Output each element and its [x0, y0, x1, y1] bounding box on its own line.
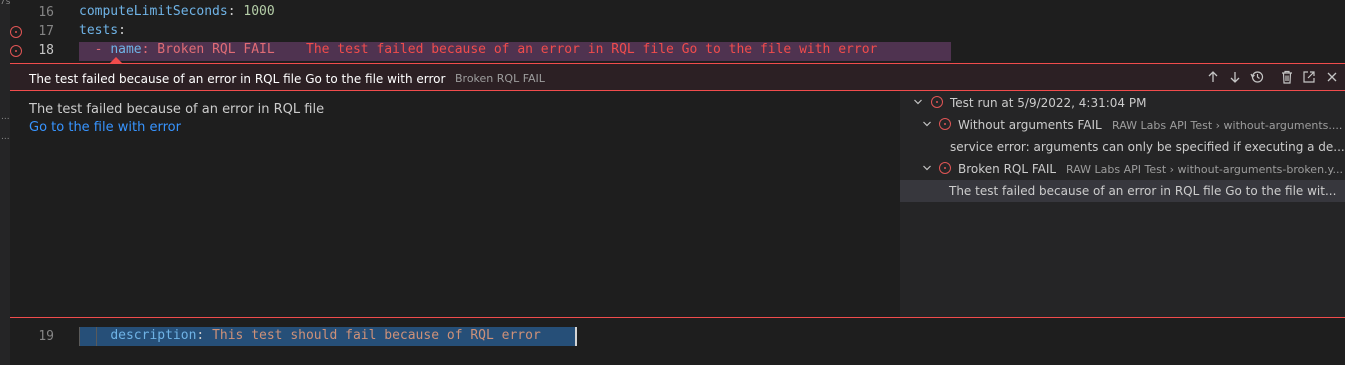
test-item-label: Broken RQL FAIL	[958, 162, 1057, 176]
test-fail-gutter-icon[interactable]	[10, 26, 22, 38]
open-external-icon[interactable]	[1301, 69, 1317, 85]
test-item-description: RAW Labs API Test › without-arguments...…	[1112, 119, 1343, 132]
test-message-pane: The test failed because of an error in R…	[10, 91, 900, 317]
yaml-separator: :	[196, 328, 213, 343]
test-item-description: RAW Labs API Test › without-arguments-br…	[1066, 163, 1343, 176]
test-item-row[interactable]: Broken RQL FAIL RAW Labs API Test › with…	[900, 158, 1345, 180]
peek-title: The test failed because of an error in R…	[29, 72, 446, 86]
yaml-prefix	[79, 328, 110, 343]
yaml-key: computeLimitSeconds	[79, 4, 228, 19]
code-line-19[interactable]: description: This test should fail becau…	[79, 328, 541, 343]
test-fail-gutter-icon[interactable]	[10, 45, 22, 57]
test-fail-icon	[931, 96, 943, 108]
chevron-down-icon[interactable]	[921, 162, 933, 174]
test-message-row-selected[interactable]: The test failed because of an error in R…	[900, 180, 1345, 202]
yaml-separator: :	[227, 4, 244, 19]
test-message-label: service error: arguments can only be spe…	[950, 140, 1345, 154]
peek-subtitle: Broken RQL FAIL	[455, 72, 545, 85]
yaml-separator: :	[118, 23, 126, 38]
test-results-tree: Test run at 5/9/2022, 4:31:04 PM Without…	[900, 91, 1345, 317]
yaml-separator: :	[141, 42, 158, 57]
test-run-label: Test run at 5/9/2022, 4:31:04 PM	[950, 96, 1147, 110]
error-message-text: The test failed because of an error in R…	[29, 102, 325, 117]
line-number: 16	[38, 5, 54, 20]
code-line-18[interactable]: - name: Broken RQL FAIL The test failed …	[79, 42, 878, 57]
chevron-down-icon[interactable]	[912, 96, 924, 108]
test-message-row[interactable]: service error: arguments can only be spe…	[900, 136, 1345, 158]
overflow-dots: ...	[1, 112, 10, 122]
arrow-up-icon[interactable]	[1205, 69, 1221, 85]
history-icon[interactable]	[1249, 69, 1265, 85]
chevron-down-icon[interactable]	[921, 118, 933, 130]
go-to-file-link[interactable]: Go to the file with error	[29, 120, 181, 135]
text-cursor	[575, 327, 577, 346]
yaml-value: Broken RQL FAIL	[157, 42, 275, 57]
yaml-value: 1000	[243, 4, 275, 19]
peek-header: The test failed because of an error in R…	[10, 64, 1345, 90]
timestamp-fragment: 7s	[0, 0, 11, 7]
test-message-label: The test failed because of an error in R…	[949, 184, 1337, 198]
arrow-down-icon[interactable]	[1227, 69, 1243, 85]
overflow-dots: ...	[1, 132, 10, 142]
inline-error-message[interactable]: The test failed because of an error in R…	[306, 42, 877, 57]
peek-border	[10, 317, 1345, 318]
code-line-16[interactable]: computeLimitSeconds: 1000	[79, 4, 275, 19]
yaml-key: tests	[79, 23, 119, 38]
test-fail-icon	[939, 162, 951, 174]
yaml-key: description	[110, 328, 197, 343]
test-item-row[interactable]: Without arguments FAIL RAW Labs API Test…	[900, 114, 1345, 136]
trash-icon[interactable]	[1279, 69, 1295, 85]
line-number: 17	[38, 24, 54, 39]
code-line-17[interactable]: tests:	[79, 23, 126, 38]
line-number: 19	[38, 329, 54, 344]
close-icon[interactable]	[1324, 69, 1340, 85]
line-number: 18	[38, 43, 54, 58]
test-fail-icon	[939, 118, 951, 130]
yaml-key: name	[110, 42, 142, 57]
test-run-row[interactable]: Test run at 5/9/2022, 4:31:04 PM	[900, 92, 1345, 114]
yaml-value: This test should fail because of RQL err…	[212, 328, 541, 343]
yaml-prefix: -	[79, 42, 111, 57]
activity-strip: 7s ... ...	[0, 0, 11, 365]
test-item-label: Without arguments FAIL	[958, 118, 1102, 132]
